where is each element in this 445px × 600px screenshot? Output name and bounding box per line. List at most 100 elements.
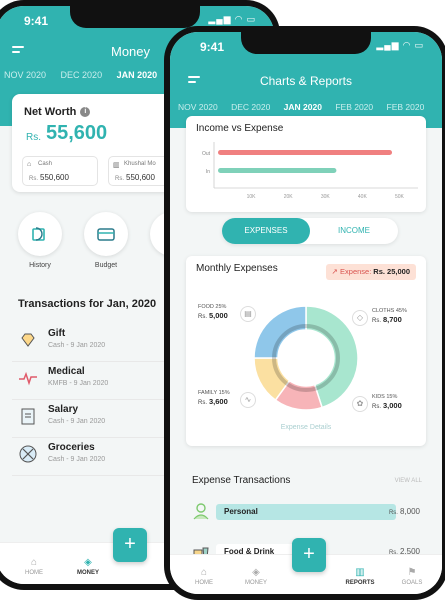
expenses-donut-chart [253, 305, 359, 411]
tick-label: 50K [395, 194, 405, 200]
cloths-icon: ◇ [352, 310, 368, 326]
kids-icon: ✿ [352, 396, 368, 412]
expense-transactions-title: Expense Transactions [192, 475, 291, 486]
home-icon: ⌂ [30, 557, 38, 568]
salary-icon [21, 408, 35, 425]
budget-button[interactable] [84, 212, 128, 256]
tick-label: 20K [284, 194, 294, 200]
nav-home[interactable]: ⌂ HOME [14, 557, 54, 576]
status-time: 9:41 [24, 14, 49, 28]
status-icons: ▂▄▆ ◠ ▭ [208, 14, 256, 24]
expense-amount: Rs. 8,000 [388, 507, 420, 516]
account-name: Khushal Mo [124, 161, 156, 167]
add-transaction-button[interactable]: + [292, 538, 326, 572]
bar-in [218, 168, 337, 173]
view-all-link[interactable]: VIEW ALL [395, 478, 422, 484]
tick-label: 40K [358, 194, 368, 200]
net-worth-label: Net Worth i [24, 106, 91, 118]
net-worth-currency: Rs. [26, 132, 41, 143]
person-icon [193, 503, 209, 520]
tab-jan-2020[interactable]: JAN 2020 [117, 70, 158, 80]
groceries-icon [19, 445, 37, 463]
month-tabs: NOV 2020 DEC 2020 JAN 2020 FEB 2020 FEB … [178, 102, 442, 116]
history-icon [32, 227, 45, 241]
account-amount: Rs. 550,600 [29, 173, 69, 182]
reports-screen: 9:41 ▂▄▆ ◠ ▭ Charts & Reports NOV 2020 D… [170, 32, 442, 594]
nav-goals[interactable]: ⚑ GOALS [392, 567, 432, 586]
expense-name: Personal [224, 507, 258, 516]
tab-dec-2020[interactable]: DEC 2020 [61, 70, 103, 80]
account-cash[interactable]: ⌂ Cash Rs. 550,600 [22, 156, 98, 186]
transaction-name: Groceries [48, 442, 95, 453]
account-name: Cash [38, 161, 53, 167]
expense-total-badge: ↗ Expense: Rs. 25,000 [325, 264, 416, 280]
income-vs-expense-chart: Out In 10K 20K 30K 40K 50K [202, 142, 418, 200]
category-family: FAMILY 15% Rs. 3,600 [198, 390, 230, 406]
transaction-sub: Cash - 9 Jan 2020 [48, 456, 106, 463]
net-worth-value: 55,600 [46, 122, 108, 144]
expense-details-link[interactable]: Expense Details [186, 424, 426, 431]
page-title: Money [111, 44, 151, 59]
expense-income-toggle: EXPENSES INCOME [222, 218, 398, 244]
history-button[interactable] [18, 212, 62, 256]
nav-money[interactable]: ◈ MONEY [68, 557, 108, 576]
account-amount: Rs. 550,600 [115, 173, 155, 182]
transaction-sub: Cash - 9 Jan 2020 [48, 418, 106, 425]
tab-jan-2020[interactable]: JAN 2020 [284, 102, 322, 112]
phone-reports: 9:41 ▂▄▆ ◠ ▭ Charts & Reports NOV 2020 D… [164, 26, 445, 600]
bar-out [218, 150, 393, 155]
tab-nov-2020[interactable]: NOV 2020 [178, 102, 218, 112]
add-transaction-button[interactable]: + [113, 528, 147, 562]
home-icon: ⌂ [200, 567, 208, 578]
wallet-icon: ◈ [84, 557, 92, 568]
nav-money[interactable]: ◈ MONEY [236, 567, 276, 586]
notch [241, 32, 371, 54]
transaction-sub: Cash - 9 Jan 2020 [48, 342, 106, 349]
home-icon: ⌂ [27, 161, 32, 168]
reports-icon: ▥ [355, 567, 365, 578]
donut-hole [284, 336, 328, 380]
transaction-name: Salary [48, 404, 79, 415]
budget-label: Budget [94, 262, 118, 269]
family-icon: ∿ [240, 392, 256, 408]
transaction-name: Gift [48, 328, 66, 339]
food-icon: ▤ [240, 306, 256, 322]
monthly-expenses-card: Monthly Expenses ↗ Expense: Rs. 25,000 FO… [186, 256, 426, 446]
tab-dec-2020[interactable]: DEC 2020 [231, 102, 270, 112]
budget-icon [97, 228, 115, 241]
goals-icon: ⚑ [407, 567, 417, 578]
bar-label: In [206, 169, 210, 175]
notch [70, 6, 200, 28]
category-kids: KIDS 15% Rs. 3,000 [372, 394, 402, 410]
category-food: FOOD 25% Rs. 5,000 [198, 304, 228, 320]
nav-reports[interactable]: ▥ REPORTS [340, 567, 380, 586]
income-vs-expense-card: Income vs Expense Out In 10K 20K 30K 40K 50K [186, 116, 426, 212]
status-time: 9:41 [200, 40, 225, 54]
nav-home[interactable]: ⌂ HOME [184, 567, 224, 586]
transactions-title: Transactions for Jan, 2020 [18, 298, 157, 310]
toggle-income[interactable]: INCOME [310, 218, 398, 244]
tick-label: 10K [247, 194, 257, 200]
category-cloths: CLOTHS 45% Rs. 8,700 [372, 308, 407, 324]
wallet-icon: ◈ [252, 567, 260, 578]
transaction-name: Medical [48, 366, 85, 377]
tab-feb-2020[interactable]: FEB 2020 [335, 102, 373, 112]
gift-icon [21, 333, 35, 347]
toggle-expenses[interactable]: EXPENSES [222, 218, 310, 244]
info-icon[interactable]: i [80, 107, 91, 118]
status-icons: ▂▄▆ ◠ ▭ [376, 40, 424, 50]
expense-row-personal[interactable]: Personal Rs. 8,000 [192, 500, 424, 526]
bank-icon: ▥ [113, 162, 120, 169]
trend-icon: ↗ [331, 267, 338, 276]
tab-nov-2020[interactable]: NOV 2020 [4, 70, 46, 80]
tab-feb-2020-b[interactable]: FEB 2020 [387, 102, 425, 112]
transaction-sub: KMFB - 9 Jan 2020 [48, 380, 109, 387]
medical-icon [19, 371, 37, 386]
tick-label: 30K [321, 194, 331, 200]
bar-label: Out [202, 151, 211, 157]
history-label: History [29, 262, 51, 269]
menu-icon[interactable] [12, 46, 24, 56]
monthly-expenses-title: Monthly Expenses [196, 263, 278, 274]
page-title: Charts & Reports [259, 74, 353, 88]
stage: 9:41 ▂▄▆ ◠ ▭ Money NOV 2020 DEC 2020 JAN… [0, 0, 445, 600]
